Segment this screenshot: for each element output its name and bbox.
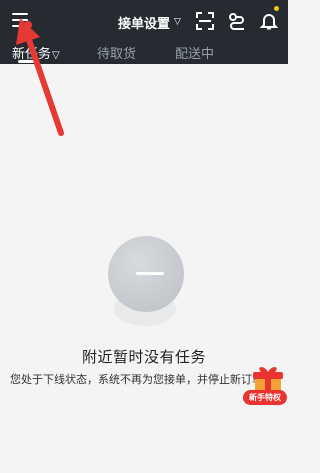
order-settings-label: 接单设置 <box>118 16 171 32</box>
active-tab-indicator <box>18 60 38 63</box>
bell-icon[interactable] <box>258 10 280 32</box>
empty-state-illustration <box>104 236 186 331</box>
tab-delivering[interactable]: 配送中 <box>175 43 214 62</box>
menu-notification-dot <box>24 21 32 29</box>
offline-status-message: 您处于下线状态，系统不再为您接单，并停止新订单推送 <box>10 373 278 386</box>
tab-awaiting-pickup[interactable]: 待取货 <box>97 43 136 62</box>
chevron-down-icon: ▽ <box>174 17 181 27</box>
empty-circle-icon <box>108 236 184 312</box>
tab-label: 配送中 <box>175 47 215 62</box>
tab-label: 待取货 <box>97 47 137 62</box>
route-icon[interactable] <box>226 10 248 32</box>
empty-state-title: 附近暂时没有任务 <box>81 348 206 366</box>
top-bar: 接单设置 ▽ 新任务▽ 待取货 配送中 <box>0 0 288 64</box>
scan-icon[interactable] <box>194 10 216 32</box>
filter-icon: ▽ <box>52 50 60 61</box>
bell-notification-dot <box>274 6 279 11</box>
minus-icon <box>136 272 164 275</box>
order-settings-dropdown[interactable]: 接单设置 ▽ <box>118 12 181 32</box>
newbie-privilege-badge[interactable]: 新手特权 <box>243 390 287 405</box>
order-tabs: 新任务▽ 待取货 配送中 <box>0 40 288 64</box>
